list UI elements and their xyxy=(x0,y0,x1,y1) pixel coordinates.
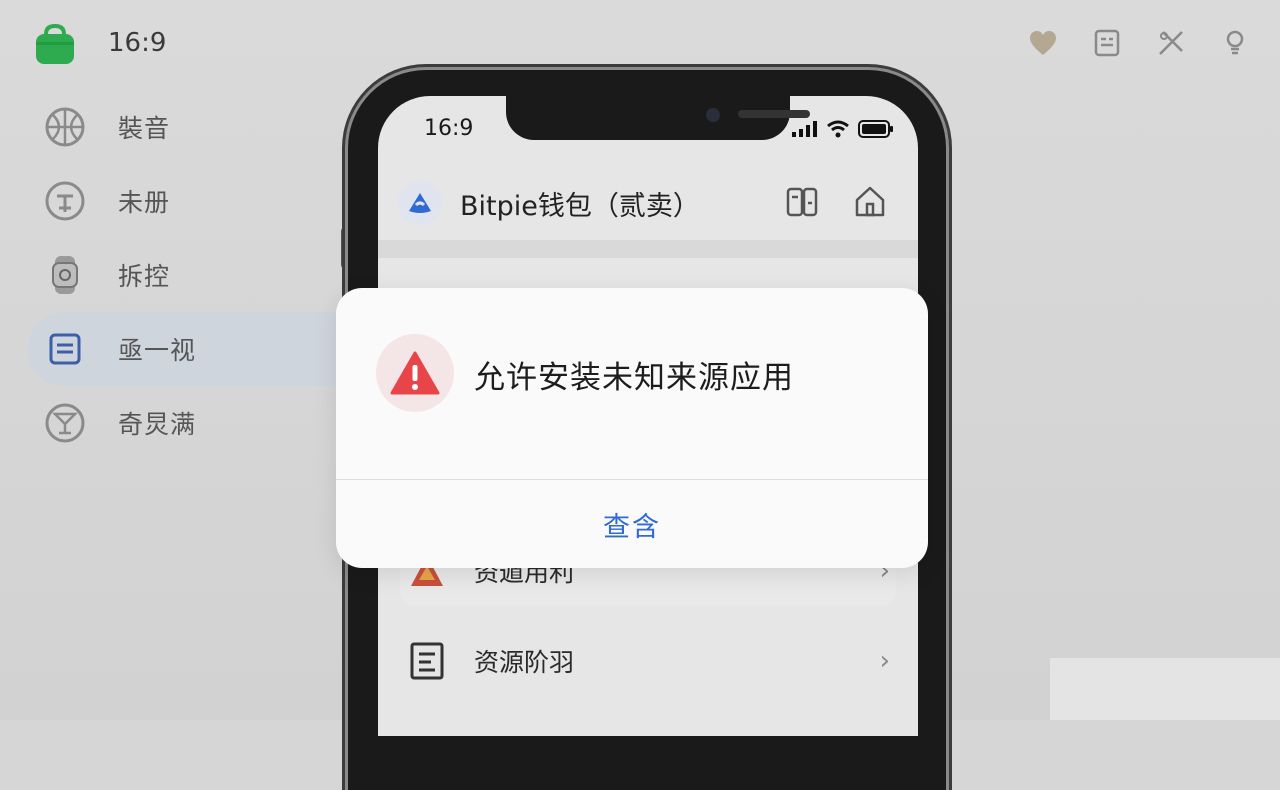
status-time: 16:9 xyxy=(424,116,474,141)
document-icon xyxy=(408,642,446,680)
bitpie-logo-icon xyxy=(398,181,442,225)
phone-side-button xyxy=(341,228,347,268)
top-toolbar xyxy=(1028,28,1250,58)
android-app-icon[interactable] xyxy=(34,24,76,66)
speaker xyxy=(738,110,810,118)
document-icon[interactable] xyxy=(1092,28,1122,58)
sidebar-item-4[interactable]: 亟一视 xyxy=(28,312,344,386)
chevron-right-icon: › xyxy=(879,646,890,676)
sidebar-item-label: 拆控 xyxy=(118,262,171,291)
app-title: Bitpie钱包（贰卖） xyxy=(460,190,700,222)
list-item[interactable]: 资源阶羽 › xyxy=(378,626,918,696)
cocktail-icon xyxy=(42,400,88,446)
phone-notch xyxy=(506,96,810,140)
sidebar-item-label: 奇炅满 xyxy=(118,410,197,439)
app-header: Bitpie钱包（贰卖） xyxy=(378,168,918,238)
dialog-title: 允许安装未知来源应用 xyxy=(474,360,794,396)
sidebar-item-label: 裝音 xyxy=(118,114,171,143)
watch-icon xyxy=(42,252,88,298)
list-item-label: 资源阶羽 xyxy=(474,648,575,677)
basketball-icon xyxy=(42,104,88,150)
watermark xyxy=(1050,658,1280,720)
warning-icon xyxy=(376,334,454,412)
signal-icon xyxy=(792,121,817,137)
tools-icon[interactable] xyxy=(1156,28,1186,58)
bulb-icon[interactable] xyxy=(1220,28,1250,58)
home-icon[interactable] xyxy=(854,184,886,218)
list-icon xyxy=(42,326,88,372)
camera xyxy=(706,108,720,122)
sidebar-item-5[interactable]: 奇炅满 xyxy=(24,386,344,460)
clock-icon xyxy=(42,178,88,224)
sidebar-item-2[interactable]: 未册 xyxy=(24,164,344,238)
scan-icon[interactable] xyxy=(786,185,818,219)
sidebar: 裝音 未册 拆控 亟一视 奇炅满 xyxy=(24,90,344,460)
desktop-clock: 16:9 xyxy=(108,28,167,58)
dialog-confirm-button[interactable]: 查含 xyxy=(336,480,928,568)
alert-dialog: 允许安装未知来源应用 查含 xyxy=(336,288,928,568)
heart-icon[interactable] xyxy=(1028,28,1058,58)
sidebar-item-label: 未册 xyxy=(118,188,171,217)
divider xyxy=(378,240,918,258)
status-indicators xyxy=(792,120,894,138)
sidebar-item-3[interactable]: 拆控 xyxy=(24,238,344,312)
sidebar-item-label: 亟一视 xyxy=(118,336,197,365)
wifi-icon xyxy=(827,120,849,138)
sidebar-item-1[interactable]: 裝音 xyxy=(24,90,344,164)
battery-icon xyxy=(858,120,893,138)
